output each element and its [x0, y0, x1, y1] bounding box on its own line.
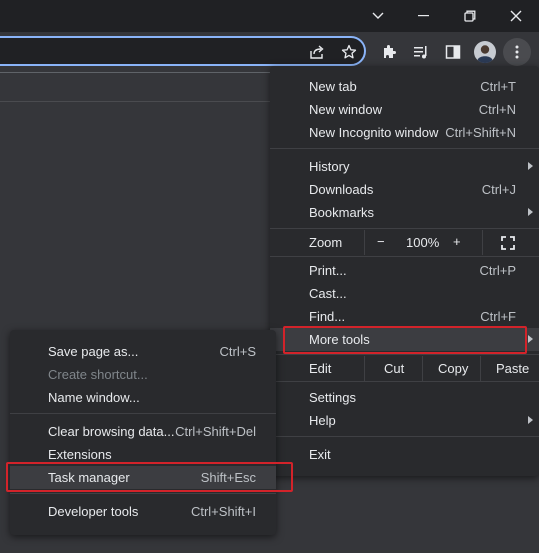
menu-item-new-tab[interactable]: New tab Ctrl+T — [270, 75, 539, 98]
menu-item-cast[interactable]: Cast... — [270, 282, 539, 305]
fullscreen-button[interactable] — [482, 230, 539, 255]
menu-item-label: Help — [309, 413, 336, 428]
menu-divider — [10, 413, 276, 414]
menu-item-shortcut: Ctrl+Shift+N — [445, 125, 516, 140]
chrome-main-menu: New tab Ctrl+T New window Ctrl+N New Inc… — [270, 66, 539, 476]
menu-item-history[interactable]: History — [270, 155, 539, 178]
menu-item-help[interactable]: Help — [270, 409, 539, 432]
copy-button[interactable]: Copy — [422, 356, 481, 381]
menu-item-label: Bookmarks — [309, 205, 375, 220]
chevron-right-icon — [528, 416, 533, 424]
menu-item-clear-browsing-data[interactable]: Clear browsing data... Ctrl+Shift+Del — [10, 420, 276, 443]
kebab-menu-icon[interactable] — [503, 38, 531, 66]
highlight-box-task-manager — [6, 462, 293, 492]
chevron-right-icon — [528, 162, 533, 170]
menu-item-label: New window — [309, 102, 382, 117]
menu-item-label: Cast... — [309, 286, 347, 301]
cut-button[interactable]: Cut — [364, 356, 423, 381]
share-icon[interactable] — [303, 38, 331, 66]
menu-item-shortcut: Ctrl+F — [480, 309, 516, 324]
highlight-box-more-tools — [283, 326, 527, 354]
menu-item-shortcut: Ctrl+J — [481, 182, 516, 197]
chevron-right-icon — [528, 208, 533, 216]
menu-item-print[interactable]: Print... Ctrl+P — [270, 259, 539, 282]
menu-item-label: New tab — [309, 79, 357, 94]
zoom-minus-label: − — [377, 234, 385, 249]
edit-label: Edit — [309, 361, 332, 376]
menu-item-label: Settings — [309, 390, 356, 405]
cut-label: Cut — [384, 361, 405, 376]
menu-item-create-shortcut: Create shortcut... — [10, 363, 276, 386]
menu-item-shortcut: Ctrl+T — [480, 79, 516, 94]
menu-item-bookmarks[interactable]: Bookmarks — [270, 201, 539, 224]
menu-item-new-incognito-window[interactable]: New Incognito window Ctrl+Shift+N — [270, 121, 539, 144]
menu-divider — [270, 228, 539, 229]
menu-item-find[interactable]: Find... Ctrl+F — [270, 305, 539, 328]
chevron-down-icon[interactable] — [355, 0, 401, 32]
media-queue-icon[interactable] — [407, 38, 435, 66]
menu-item-save-page-as[interactable]: Save page as... Ctrl+S — [10, 340, 276, 363]
chevron-right-icon — [528, 335, 533, 343]
menu-item-shortcut: Ctrl+S — [219, 344, 256, 359]
menu-item-label: Save page as... — [48, 344, 139, 359]
menu-item-label: History — [309, 159, 350, 174]
menu-item-shortcut: Ctrl+Shift+Del — [175, 424, 256, 439]
menu-item-shortcut: Ctrl+Shift+I — [190, 504, 256, 519]
zoom-level: 100% — [406, 235, 440, 250]
menu-divider — [10, 493, 276, 494]
menu-item-settings[interactable]: Settings — [270, 386, 539, 409]
zoom-plus-label: + — [453, 234, 461, 249]
paste-button[interactable]: Paste — [480, 356, 539, 381]
menu-item-name-window[interactable]: Name window... — [10, 386, 276, 409]
menu-item-shortcut: Ctrl+N — [478, 102, 516, 117]
menu-item-label: Downloads — [309, 182, 374, 197]
paste-label: Paste — [496, 361, 530, 376]
menu-item-label: Print... — [309, 263, 347, 278]
star-icon[interactable] — [335, 38, 363, 66]
zoom-in-button[interactable]: + — [444, 230, 478, 255]
close-icon[interactable] — [493, 0, 539, 32]
menu-divider — [270, 148, 539, 149]
zoom-label: Zoom — [309, 235, 343, 250]
menu-item-label: Exit — [309, 447, 331, 462]
menu-divider — [270, 381, 539, 382]
menu-row-edit: Edit Cut Copy Paste — [270, 356, 539, 381]
menu-item-exit[interactable]: Exit — [270, 443, 539, 466]
menu-item-label: Find... — [309, 309, 346, 324]
menu-item-label: Extensions — [48, 447, 112, 462]
menu-item-label: Developer tools — [48, 504, 139, 519]
avatar[interactable] — [471, 38, 499, 66]
menu-divider — [270, 354, 539, 355]
menu-item-label: New Incognito window — [309, 125, 439, 140]
minimize-icon[interactable] — [401, 0, 447, 32]
restore-icon[interactable] — [447, 0, 493, 32]
more-tools-submenu: Save page as... Ctrl+S Create shortcut..… — [10, 330, 276, 535]
menu-divider — [270, 436, 539, 437]
menu-item-new-window[interactable]: New window Ctrl+N — [270, 98, 539, 121]
menu-divider — [270, 256, 539, 257]
menu-item-shortcut: Ctrl+P — [479, 263, 516, 278]
zoom-out-button[interactable]: − — [364, 230, 399, 255]
title-bar — [0, 0, 539, 32]
copy-label: Copy — [438, 361, 469, 376]
menu-item-label: Clear browsing data... — [48, 424, 175, 439]
fullscreen-icon — [501, 236, 515, 250]
menu-row-zoom: Zoom − 100% + — [270, 230, 539, 255]
extensions-icon[interactable] — [375, 38, 403, 66]
menu-item-downloads[interactable]: Downloads Ctrl+J — [270, 178, 539, 201]
side-panel-icon[interactable] — [439, 38, 467, 66]
menu-item-label: Create shortcut... — [48, 367, 148, 382]
menu-item-label: Name window... — [48, 390, 140, 405]
menu-item-developer-tools[interactable]: Developer tools Ctrl+Shift+I — [10, 500, 276, 523]
